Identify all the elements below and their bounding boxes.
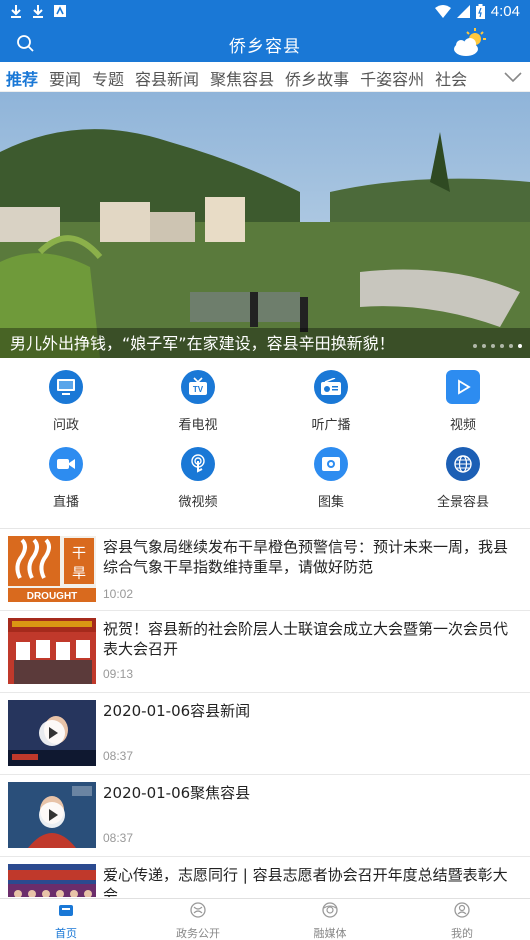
channel-fade [470,62,500,91]
home-icon [59,905,73,916]
media-icon [322,902,338,918]
banner-dot [491,344,495,348]
func-label: 图集 [317,495,344,510]
news-title: 爱心传递，志愿同行 | 容县志愿者协会召开年度总结暨表彰大会 [103,866,508,897]
banner-dot [473,344,477,348]
news-thumbnail: 干 旱 DROUGHT [8,536,96,602]
play-video-icon [446,370,480,404]
func-panorama[interactable]: 全景容县 [413,447,513,510]
banner-dot [500,344,504,348]
status-time: 4:04 [490,3,520,20]
play-icon[interactable] [39,802,65,828]
battery-icon [475,4,485,19]
tab-county-news[interactable]: 容县新闻 [135,66,199,90]
func-label: 问政 [52,418,79,433]
news-item[interactable]: 2020-01-06容县新闻 08:37 [0,693,530,775]
weather-icon[interactable] [450,27,490,59]
tab-society[interactable]: 社会 [435,66,467,90]
nav-label: 融媒体 [313,927,347,940]
thumb-text: DROUGHT [27,591,78,602]
func-label: 看电视 [178,418,218,433]
news-title: 2020-01-06聚焦容县 [103,784,251,802]
banner-caption[interactable]: 男儿外出挣钱，“娘子军”在家建设，容县辛田换新貌！ [10,330,395,354]
news-title: 祝贺！容县新的社会阶层人士联谊会成立大会暨第一次会员代表大会召开 [103,620,509,658]
func-label: 听广播 [311,418,351,433]
func-label: 视频 [449,418,476,433]
government-icon [190,902,206,918]
news-thumbnail [8,864,96,897]
app-header: 侨乡容县 [0,24,530,62]
news-time: 10:02 [103,587,134,601]
channel-list: 推荐 要闻 专题 容县新闻 聚焦容县 侨乡故事 千姿容州 社会 [6,66,478,90]
news-title: 2020-01-06容县新闻 [103,702,251,720]
func-video[interactable]: 视频 [413,370,513,433]
nav-government[interactable]: 政务公开 [132,901,264,940]
func-listen-radio[interactable]: 听广播 [281,370,381,433]
nav-label: 我的 [451,927,473,940]
banner-carousel[interactable]: 男儿外出挣钱，“娘子军”在家建设，容县辛田换新貌！ [0,92,530,358]
banner-image [0,92,530,358]
touch-icon [181,447,215,481]
tab-recommend[interactable]: 推荐 [6,66,38,90]
news-time: 09:13 [103,667,134,681]
nav-media[interactable]: 融媒体 [264,901,396,940]
news-time: 08:37 [103,831,134,845]
func-label: 全景容县 [436,495,489,510]
func-label: 微视频 [178,495,218,510]
func-ask-government[interactable]: 问政 [16,370,116,433]
banner-dot-active [518,344,522,348]
signal-icon [456,5,470,18]
banner-indicator [473,344,522,348]
profile-icon [454,902,470,918]
function-grid: 问政 TV 看电视 听广播 视频 直播 微视频 图集 全景容县 [0,360,530,528]
news-item[interactable]: 干 旱 DROUGHT 容县气象局继续发布干旱橙色预警信号：预计未来一周，我县综… [0,529,530,611]
news-item[interactable]: 爱心传递，志愿同行 | 容县志愿者协会召开年度总结暨表彰大会 [0,857,530,897]
photo-icon [314,447,348,481]
download-icon [33,5,43,18]
news-thumbnail [8,782,96,848]
tab-topics[interactable]: 专题 [92,66,124,90]
nav-profile[interactable]: 我的 [396,901,528,940]
chevron-down-icon[interactable] [502,67,524,87]
func-gallery[interactable]: 图集 [281,447,381,510]
thumb-text: 干 [72,546,86,562]
nav-home[interactable]: 首页 [0,901,132,940]
nav-label: 政务公开 [176,927,220,940]
news-item[interactable]: 2020-01-06聚焦容县 08:37 [0,775,530,857]
tab-focus-county[interactable]: 聚焦容县 [210,66,274,90]
thumb-text: 旱 [72,566,86,582]
bottom-navigation: 首页 政务公开 融媒体 我的 [0,898,530,940]
channel-bar: 推荐 要闻 专题 容县新闻 聚焦容县 侨乡故事 千姿容州 社会 [0,62,530,92]
radio-icon [314,370,348,404]
monitor-icon [49,370,83,404]
tab-hometown-stories[interactable]: 侨乡故事 [285,66,349,90]
news-item[interactable]: 祝贺！容县新的社会阶层人士联谊会成立大会暨第一次会员代表大会召开 09:13 [0,611,530,693]
camera-icon [49,447,83,481]
banner-dot [482,344,486,348]
wifi-icon [434,5,451,18]
func-live[interactable]: 直播 [16,447,116,510]
news-thumbnail [8,700,96,766]
app-notification-icon [54,5,66,17]
func-watch-tv[interactable]: TV 看电视 [148,370,248,433]
nav-label: 首页 [55,927,77,940]
func-label: 直播 [52,495,79,510]
news-thumbnail [8,618,96,684]
play-icon[interactable] [39,720,65,746]
news-time: 08:37 [103,749,134,763]
func-micro-video[interactable]: 微视频 [148,447,248,510]
status-bar: 4:04 [0,0,530,24]
news-title: 容县气象局继续发布干旱橙色预警信号：预计未来一周，我县综合气象干旱指数维持重旱，… [103,538,509,576]
svg-text:TV: TV [193,385,204,394]
tab-headlines[interactable]: 要闻 [49,66,81,90]
tab-rongzhou[interactable]: 千姿容州 [360,66,424,90]
download-icon [11,5,21,18]
globe-icon [446,447,480,481]
tv-icon: TV [181,370,215,404]
banner-dot [509,344,513,348]
